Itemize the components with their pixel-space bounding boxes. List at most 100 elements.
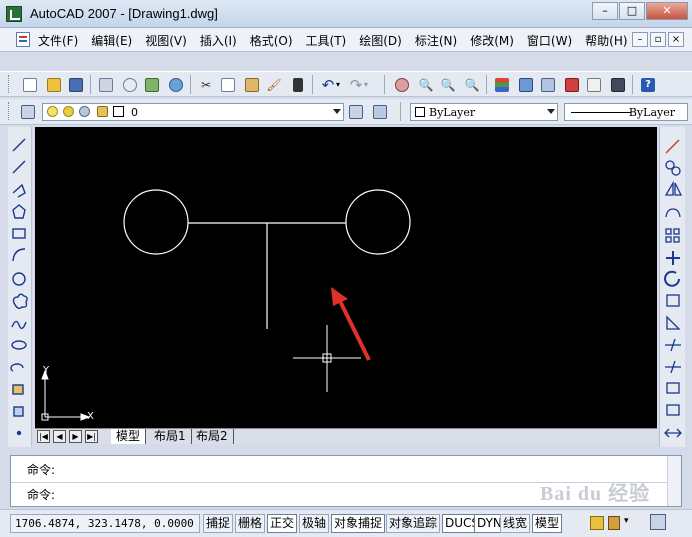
design-center-icon[interactable] <box>516 75 536 94</box>
tab-layout2[interactable]: 布局2 <box>191 429 234 444</box>
ortho-toggle[interactable]: 正交 <box>267 514 298 533</box>
command-scrollbar[interactable] <box>667 456 681 506</box>
undo-dropdown-icon[interactable]: ▾ <box>332 75 344 94</box>
color-dropdown[interactable]: ByLayer <box>410 103 558 121</box>
help-icon[interactable]: ? <box>638 75 658 94</box>
drawing-svg[interactable] <box>35 127 657 444</box>
status-menu-icon[interactable]: ▾ <box>624 516 629 526</box>
model-space-toggle[interactable]: 模型 <box>532 514 563 533</box>
properties-icon[interactable] <box>492 75 512 94</box>
last-tab-button[interactable]: ▶| <box>85 430 98 443</box>
zoom-window-icon[interactable]: 🔍 <box>438 75 458 94</box>
menu-format[interactable]: 格式(O) <box>250 32 293 49</box>
linetype-dropdown[interactable]: ByLayer <box>564 103 688 121</box>
osnap-toggle[interactable]: 对象捕捉 <box>331 514 386 533</box>
communication-center-icon[interactable] <box>590 516 604 530</box>
break-icon[interactable] <box>666 382 680 394</box>
offset-icon[interactable] <box>665 208 681 218</box>
doc-close-button[interactable]: × <box>668 32 684 47</box>
spline-icon[interactable] <box>11 320 27 330</box>
prev-tab-button[interactable]: ◀ <box>53 430 66 443</box>
calculator-icon[interactable] <box>608 75 628 94</box>
rectangle-icon[interactable] <box>12 228 26 239</box>
command-prompt[interactable]: 命令: <box>27 486 55 503</box>
grid-toggle[interactable]: 栅格 <box>235 514 266 533</box>
next-tab-button[interactable]: ▶ <box>69 430 82 443</box>
mirror-icon[interactable] <box>664 180 674 196</box>
redo-dropdown-icon[interactable]: ▾ <box>360 75 372 94</box>
menu-insert[interactable]: 插入(I) <box>200 32 237 49</box>
erase-icon[interactable] <box>665 139 680 154</box>
coordinate-display[interactable]: 1706.4874, 323.1478, 0.0000 <box>10 514 200 533</box>
toolbar-grip[interactable] <box>8 102 11 120</box>
menu-file[interactable]: 文件(F) <box>38 32 78 49</box>
clean-screen-icon[interactable] <box>650 514 666 530</box>
publish-icon[interactable] <box>142 75 162 94</box>
move-icon[interactable] <box>666 251 680 265</box>
menu-view[interactable]: 视图(V) <box>145 32 187 49</box>
polyline-icon[interactable] <box>12 183 26 198</box>
otrack-toggle[interactable]: 对象追踪 <box>386 514 441 533</box>
menu-modify[interactable]: 修改(M) <box>470 32 514 49</box>
left-circle[interactable] <box>123 189 189 255</box>
ellipse-arc-icon[interactable] <box>10 363 24 372</box>
layer-dropdown[interactable]: 0 <box>42 103 344 121</box>
explode-icon[interactable] <box>664 428 682 438</box>
polygon-icon[interactable] <box>12 204 26 219</box>
cut-icon[interactable]: ✂ <box>196 75 216 94</box>
arc-icon[interactable] <box>12 248 26 262</box>
doc-minimize-button[interactable]: – <box>632 32 648 47</box>
3d-dwf-icon[interactable] <box>166 75 186 94</box>
tab-model[interactable]: 模型 <box>111 429 147 444</box>
revision-cloud-icon[interactable] <box>12 293 28 310</box>
ellipse-icon[interactable] <box>11 340 27 350</box>
menu-edit[interactable]: 编辑(E) <box>91 32 132 49</box>
polar-toggle[interactable]: 极轴 <box>299 514 330 533</box>
paste-icon[interactable] <box>242 75 262 94</box>
match-properties-icon[interactable]: 🖌 <box>264 75 284 94</box>
menu-dimension[interactable]: 标注(N) <box>415 32 457 49</box>
snap-toggle[interactable]: 捕捉 <box>203 514 234 533</box>
maximize-button[interactable]: □ <box>619 2 645 20</box>
markup-set-manager-icon[interactable] <box>584 75 604 94</box>
point-icon[interactable] <box>16 430 22 436</box>
print-icon[interactable] <box>96 75 116 94</box>
document-icon[interactable] <box>16 32 30 47</box>
first-tab-button[interactable]: |◀ <box>37 430 50 443</box>
minimize-button[interactable]: – <box>592 2 618 20</box>
close-button[interactable]: ✕ <box>646 2 688 20</box>
zoom-previous-icon[interactable]: 🔍 <box>462 75 482 94</box>
save-icon[interactable] <box>66 75 86 94</box>
sheet-set-manager-icon[interactable] <box>562 75 582 94</box>
insert-block-icon[interactable] <box>12 384 24 395</box>
pan-realtime-icon[interactable] <box>392 75 412 94</box>
layer-previous-icon[interactable] <box>370 102 390 121</box>
join-icon[interactable] <box>666 404 680 416</box>
open-file-icon[interactable] <box>44 75 64 94</box>
block-editor-icon[interactable] <box>288 75 308 94</box>
layer-manager-icon[interactable] <box>18 102 38 121</box>
circle-icon[interactable] <box>12 272 26 286</box>
rotate-icon[interactable] <box>664 270 680 287</box>
tab-layout1[interactable]: 布局1 <box>149 429 192 444</box>
construction-line-icon[interactable] <box>12 160 26 174</box>
toolbar-grip[interactable] <box>8 75 11 93</box>
make-object-layer-current-icon[interactable] <box>346 102 366 121</box>
zoom-realtime-icon[interactable]: 🔍 <box>416 75 436 94</box>
new-file-icon[interactable] <box>20 75 40 94</box>
doc-restore-button[interactable]: ▫ <box>650 32 666 47</box>
stretch-icon[interactable] <box>666 315 681 330</box>
toolbar-lock-icon[interactable] <box>608 516 620 530</box>
array-icon[interactable] <box>665 228 672 235</box>
menu-window[interactable]: 窗口(W) <box>527 32 572 49</box>
line-icon[interactable] <box>12 138 26 152</box>
right-circle[interactable] <box>345 189 411 255</box>
lineweight-toggle[interactable]: 线宽 <box>500 514 531 533</box>
print-preview-icon[interactable] <box>120 75 140 94</box>
copy-icon[interactable] <box>218 75 238 94</box>
menu-tools[interactable]: 工具(T) <box>306 32 347 49</box>
make-block-icon[interactable] <box>13 406 24 417</box>
menu-help[interactable]: 帮助(H) <box>585 32 627 49</box>
scale-icon[interactable] <box>666 294 680 307</box>
drawing-canvas[interactable]: Y X <box>35 127 657 444</box>
